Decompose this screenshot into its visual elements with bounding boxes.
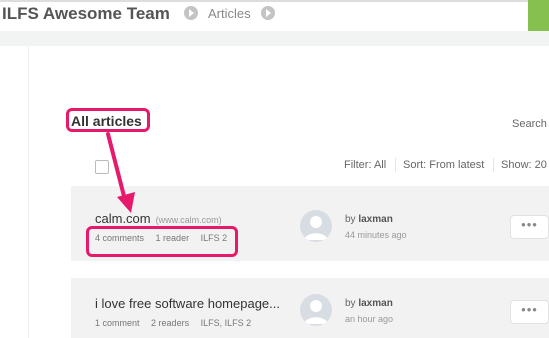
annotation-arrow bbox=[106, 132, 135, 213]
